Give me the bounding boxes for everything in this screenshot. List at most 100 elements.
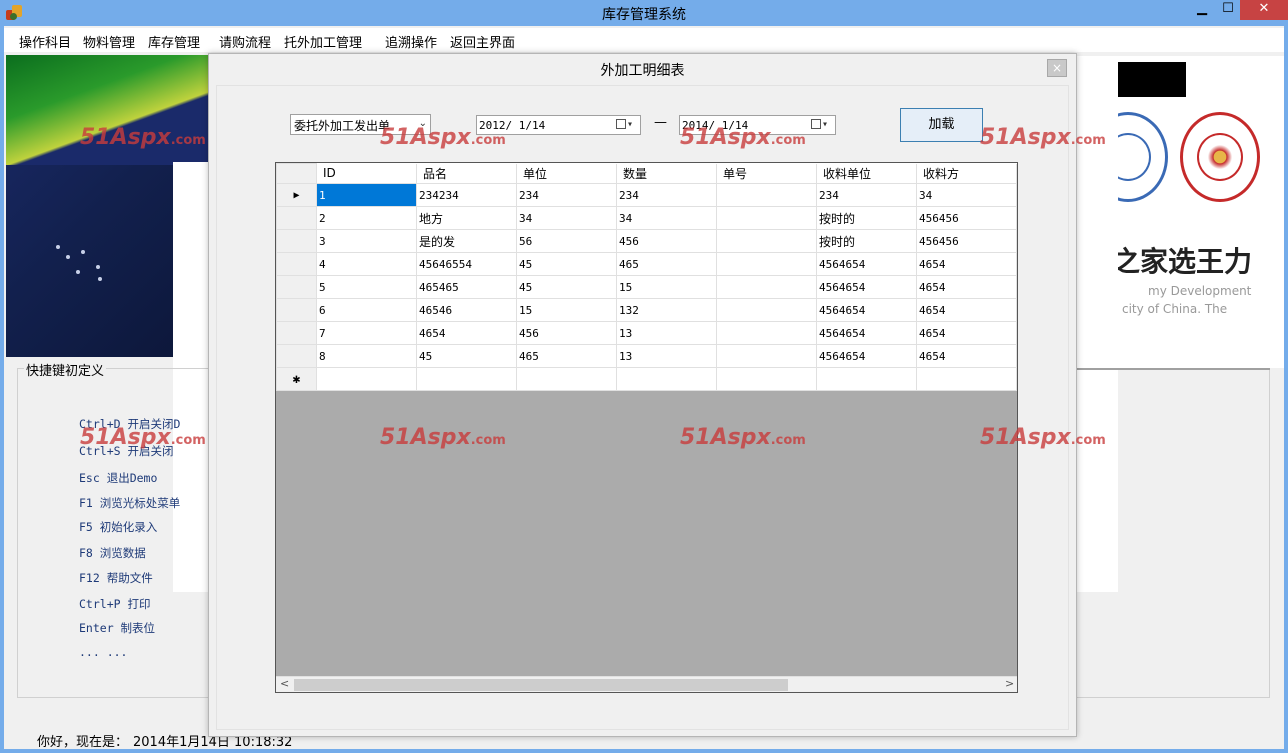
close-button[interactable]: ✕ (1240, 0, 1288, 20)
table-row[interactable]: 5 465465 45 15 4564654 4654 (276, 275, 1017, 299)
menu-item-materials[interactable]: 物料管理 (83, 32, 135, 51)
menu-item-outsourcing[interactable]: 托外加工管理 (284, 32, 362, 51)
grid-cell[interactable]: 4564654 (816, 275, 917, 299)
grid-cell[interactable]: 15 (616, 275, 717, 299)
grid-cell[interactable] (716, 321, 817, 345)
load-button[interactable]: 加载 (900, 108, 983, 142)
row-header[interactable] (276, 344, 317, 368)
menu-item-return-main[interactable]: 返回主界面 (450, 32, 515, 51)
table-row[interactable]: 6 46546 15 132 4564654 4654 (276, 298, 1017, 322)
scroll-left-icon[interactable]: < (280, 677, 289, 690)
row-header[interactable] (276, 206, 317, 230)
column-header-unit[interactable]: 单位 (516, 163, 617, 184)
grid-cell[interactable]: 4564654 (816, 252, 917, 276)
grid-cell[interactable]: 1 (316, 183, 417, 207)
grid-cell[interactable]: 按时的 (816, 206, 917, 230)
grid-cell[interactable]: 465 (516, 344, 617, 368)
menu-item-operation-subjects[interactable]: 操作科目 (19, 32, 71, 51)
table-row[interactable]: 7 4654 456 13 4564654 4654 (276, 321, 1017, 345)
grid-cell[interactable]: 15 (516, 298, 617, 322)
grid-cell[interactable]: 4564654 (816, 298, 917, 322)
grid-cell[interactable] (916, 367, 1017, 391)
grid-cell[interactable]: 45 (516, 252, 617, 276)
grid-cell[interactable] (716, 183, 817, 207)
grid-cell[interactable]: 地方 (416, 206, 517, 230)
grid-cell[interactable] (716, 229, 817, 253)
grid-cell[interactable]: 4654 (916, 252, 1017, 276)
grid-cell[interactable]: 34 (916, 183, 1017, 207)
row-header[interactable] (276, 252, 317, 276)
table-row[interactable]: 4 45646554 45 465 4564654 4654 (276, 252, 1017, 276)
row-header[interactable] (276, 321, 317, 345)
grid-cell[interactable]: 8 (316, 344, 417, 368)
calendar-icon[interactable]: ▾ (616, 119, 636, 131)
grid-cell[interactable]: 465 (616, 252, 717, 276)
grid-cell[interactable]: 4564654 (816, 321, 917, 345)
column-header-order-no[interactable]: 单号 (716, 163, 817, 184)
grid-cell[interactable]: 34 (516, 206, 617, 230)
grid-cell[interactable]: 45 (516, 275, 617, 299)
grid-cell[interactable]: 5 (316, 275, 417, 299)
minimize-button[interactable]: ▁ (1188, 0, 1216, 20)
grid-cell[interactable] (316, 367, 417, 391)
menu-item-purchase-flow[interactable]: 请购流程 (219, 32, 271, 51)
grid-cell[interactable] (816, 367, 917, 391)
grid-cell[interactable]: 56 (516, 229, 617, 253)
grid-cell[interactable] (716, 298, 817, 322)
table-row[interactable]: 3 是的发 56 456 按时的 456456 (276, 229, 1017, 253)
dialog-close-button[interactable]: × (1047, 59, 1067, 77)
grid-cell[interactable]: 234 (816, 183, 917, 207)
current-row-indicator[interactable]: ▶ (276, 183, 317, 207)
grid-cell[interactable] (716, 206, 817, 230)
table-row[interactable]: 2 地方 34 34 按时的 456456 (276, 206, 1017, 230)
scrollbar-thumb[interactable] (294, 679, 788, 691)
grid-cell[interactable]: 4654 (916, 275, 1017, 299)
grid-cell[interactable]: 456 (516, 321, 617, 345)
grid-cell[interactable]: 465465 (416, 275, 517, 299)
column-header-receiving-unit[interactable]: 收料单位 (816, 163, 917, 184)
grid-cell[interactable] (716, 252, 817, 276)
grid-cell[interactable]: 2 (316, 206, 417, 230)
grid-cell[interactable]: 3 (316, 229, 417, 253)
grid-cell[interactable]: 45 (416, 344, 517, 368)
new-row-indicator[interactable]: ✱ (276, 367, 317, 391)
grid-cell[interactable]: 45646554 (416, 252, 517, 276)
table-row[interactable]: 8 45 465 13 4564654 4654 (276, 344, 1017, 368)
maximize-button[interactable]: ☐ (1214, 0, 1242, 20)
grid-cell[interactable]: 456456 (916, 206, 1017, 230)
grid-cell[interactable]: 234234 (416, 183, 517, 207)
grid-cell[interactable] (616, 367, 717, 391)
grid-cell[interactable]: 34 (616, 206, 717, 230)
column-header-id[interactable]: ID (316, 163, 417, 184)
row-header[interactable] (276, 275, 317, 299)
grid-cell[interactable]: 4654 (916, 344, 1017, 368)
grid-cell[interactable]: 按时的 (816, 229, 917, 253)
grid-cell[interactable]: 4564654 (816, 344, 917, 368)
horizontal-scrollbar[interactable]: < > (276, 676, 1017, 692)
grid-cell[interactable]: 是的发 (416, 229, 517, 253)
grid-cell[interactable]: 46546 (416, 298, 517, 322)
grid-cell[interactable] (716, 275, 817, 299)
grid-cell[interactable] (516, 367, 617, 391)
grid-cell[interactable]: 4654 (416, 321, 517, 345)
grid-cell[interactable]: 13 (616, 321, 717, 345)
grid-cell[interactable]: 13 (616, 344, 717, 368)
grid-cell[interactable]: 234 (616, 183, 717, 207)
grid-cell[interactable]: 6 (316, 298, 417, 322)
grid-cell[interactable]: 456 (616, 229, 717, 253)
table-row[interactable]: ▶ 1 234234 234 234 234 34 (276, 183, 1017, 207)
grid-cell[interactable]: 4654 (916, 298, 1017, 322)
grid-cell[interactable]: 4654 (916, 321, 1017, 345)
scroll-right-icon[interactable]: > (1005, 677, 1014, 690)
column-header-product-name[interactable]: 品名 (416, 163, 517, 184)
grid-cell[interactable]: 132 (616, 298, 717, 322)
grid-cell[interactable]: 456456 (916, 229, 1017, 253)
menu-item-trace[interactable]: 追溯操作 (385, 32, 437, 51)
row-header[interactable] (276, 298, 317, 322)
row-header[interactable] (276, 229, 317, 253)
grid-cell[interactable]: 7 (316, 321, 417, 345)
grid-cell[interactable] (416, 367, 517, 391)
column-header-quantity[interactable]: 数量 (616, 163, 717, 184)
column-header-receiver[interactable]: 收料方 (916, 163, 1017, 184)
grid-cell[interactable] (716, 344, 817, 368)
